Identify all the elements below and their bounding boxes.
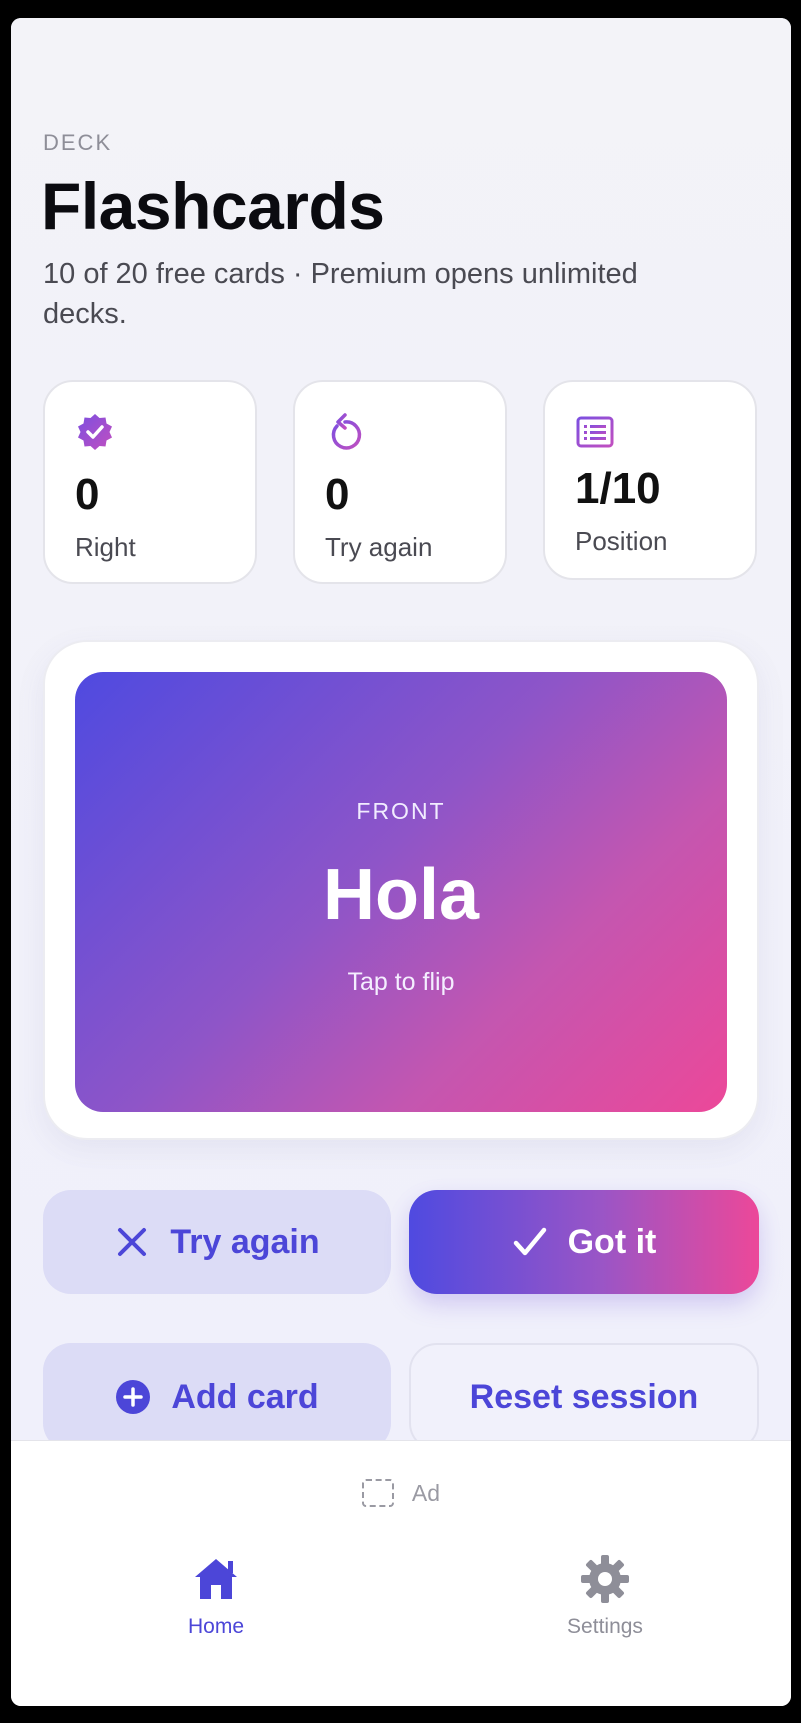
checkmark-icon: [513, 1227, 546, 1256]
bottom-bar: Ad Home Settings: [11, 1440, 791, 1706]
gear-icon: [581, 1555, 629, 1603]
stat-card-right: 0 Right: [43, 380, 257, 584]
list-icon: [576, 416, 614, 448]
ad-label: Ad: [411, 1479, 441, 1506]
plus-circle-icon: [116, 1380, 151, 1414]
main-content: DECK Flashcards 10 of 20 free cards · Pr…: [11, 18, 791, 1451]
app-screen: DECK Flashcards 10 of 20 free cards · Pr…: [11, 18, 791, 1706]
stat-card-position: 1/10 Position: [543, 380, 757, 580]
deck-eyebrow: DECK: [43, 130, 113, 155]
card-hint: Tap to flip: [347, 968, 455, 996]
ad-banner[interactable]: Ad: [11, 1479, 791, 1507]
got-it-button[interactable]: Got it: [409, 1190, 759, 1294]
flashcard-container: FRONT Hola Tap to flip: [43, 640, 759, 1140]
stat-label-right: Right: [75, 532, 136, 562]
stat-label-position: Position: [575, 526, 668, 556]
got-it-label: Got it: [567, 1222, 657, 1261]
add-card-label: Add card: [171, 1377, 319, 1416]
close-icon: [118, 1228, 147, 1256]
try-again-button[interactable]: Try again: [43, 1190, 391, 1294]
ad-placeholder-icon: [361, 1479, 394, 1507]
stat-value-right: 0: [75, 470, 100, 519]
stat-card-try-again: 0 Try again: [293, 380, 507, 584]
tab-home-label: Home: [187, 1615, 245, 1638]
tab-settings-label: Settings: [567, 1615, 643, 1638]
page-subtitle: 10 of 20 free cards · Premium opens unli…: [43, 258, 638, 330]
stat-label-try-again: Try again: [325, 532, 433, 562]
reset-session-button[interactable]: Reset session: [409, 1343, 759, 1451]
stat-value-position: 1/10: [575, 464, 661, 513]
stat-value-try-again: 0: [325, 470, 350, 519]
home-icon: [195, 1559, 237, 1599]
retry-icon: [331, 413, 362, 450]
verified-badge-icon: [78, 414, 112, 450]
flashcard[interactable]: FRONT Hola Tap to flip: [75, 672, 727, 1112]
tab-settings[interactable]: Settings: [505, 1553, 705, 1639]
page-title: Flashcards: [41, 169, 385, 243]
try-again-label: Try again: [170, 1222, 320, 1261]
reset-session-label: Reset session: [469, 1377, 699, 1416]
tab-home[interactable]: Home: [116, 1553, 316, 1639]
add-card-button[interactable]: Add card: [43, 1343, 391, 1451]
card-word: Hola: [322, 855, 480, 935]
card-side-label: FRONT: [356, 798, 446, 824]
